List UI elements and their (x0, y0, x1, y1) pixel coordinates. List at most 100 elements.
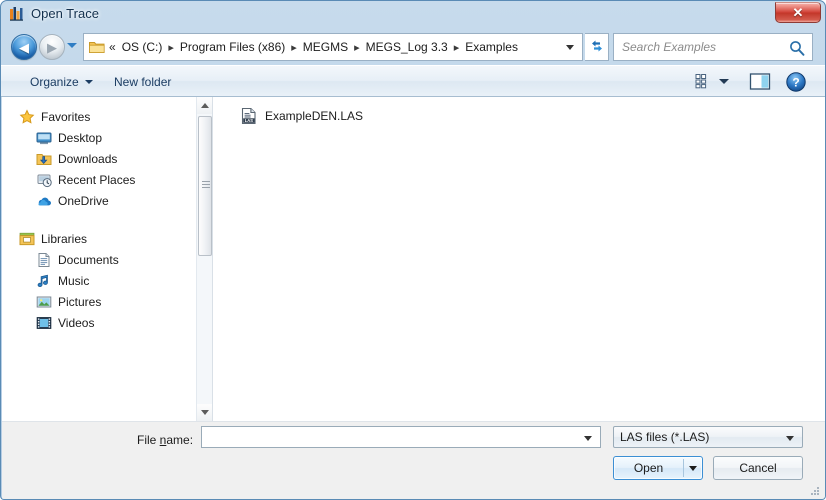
pictures-icon (36, 294, 52, 310)
breadcrumb-item-examples[interactable]: Examples (463, 38, 520, 56)
svg-text:?: ? (792, 75, 799, 89)
file-list-pane[interactable]: LAS ExampleDEN.LAS (213, 97, 825, 421)
breadcrumb-item-os-c[interactable]: OS (C:) (120, 38, 165, 56)
search-box[interactable]: Search Examples (613, 33, 813, 61)
open-file-dialog: Open Trace ✕ ◀ ▶ « OS (C:) ▸ Program Fil… (0, 0, 826, 500)
preview-pane-icon (749, 73, 771, 95)
sidebar-item-desktop[interactable]: Desktop (2, 127, 182, 148)
nav-group-favorites[interactable]: Favorites (2, 106, 182, 127)
open-split-button[interactable]: Open (613, 456, 703, 480)
sidebar-item-label: Documents (58, 252, 119, 267)
sidebar-item-label: Videos (58, 315, 95, 330)
scrollbar-grip-icon (202, 181, 210, 188)
help-icon: ? (785, 72, 807, 96)
file-name-input[interactable] (201, 426, 601, 448)
nav-group-libraries[interactable]: Libraries (2, 228, 182, 249)
folder-icon (88, 39, 106, 55)
sidebar-item-label: Pictures (58, 294, 102, 309)
navigation-tree: Favorites Desktop Downloads Recent Place… (2, 97, 182, 333)
forward-button[interactable]: ▶ (39, 34, 65, 60)
sidebar-item-label: OneDrive (58, 193, 109, 208)
sidebar-item-music[interactable]: Music (2, 270, 182, 291)
scrollbar-thumb[interactable] (198, 116, 212, 256)
open-button[interactable]: Open (614, 457, 683, 479)
documents-icon (36, 252, 52, 268)
desktop-icon (36, 130, 52, 146)
breadcrumb-item-program-files[interactable]: Program Files (x86) (178, 38, 287, 56)
file-name-label: ExampleDEN.LAS (265, 109, 364, 123)
sidebar-item-label: Downloads (58, 151, 118, 166)
search-input[interactable]: Search Examples (622, 40, 716, 54)
nav-group-label: Favorites (41, 109, 91, 124)
navigation-bar: ◀ ▶ « OS (C:) ▸ Program Files (x86) ▸ ME… (1, 29, 825, 65)
libraries-icon (19, 231, 35, 247)
las-file-icon: LAS (240, 107, 258, 125)
music-note-icon (36, 273, 52, 289)
sidebar-item-documents[interactable]: Documents (2, 249, 182, 270)
onedrive-cloud-icon (36, 193, 52, 209)
label-part: File (137, 433, 160, 447)
title-bar: Open Trace ✕ (1, 1, 825, 29)
chevron-down-icon (786, 436, 794, 441)
sidebar-item-recent-places[interactable]: Recent Places (2, 169, 182, 190)
file-name-chevron-down-icon[interactable] (584, 436, 592, 441)
label-part: ame: (166, 433, 194, 447)
chevron-down-icon (84, 80, 93, 84)
sidebar-item-videos[interactable]: Videos (2, 312, 182, 333)
address-bar[interactable]: « OS (C:) ▸ Program Files (x86) ▸ MEGMS … (83, 33, 583, 61)
breadcrumb-overflow[interactable]: « (106, 40, 120, 54)
organize-button[interactable]: Organize (21, 70, 102, 94)
file-type-value: LAS files (*.LAS) (620, 430, 710, 444)
videos-film-icon (36, 315, 52, 331)
app-chart-icon (9, 6, 25, 22)
breadcrumb-separator-icon[interactable]: ▸ (450, 41, 464, 54)
new-folder-button[interactable]: New folder (105, 70, 180, 94)
refresh-icon (589, 38, 605, 57)
sidebar-item-label: Music (58, 273, 90, 288)
breadcrumb-separator-icon[interactable]: ▸ (287, 41, 301, 54)
scroll-up-arrow-icon[interactable] (197, 97, 213, 114)
forward-arrow-icon: ▶ (47, 39, 57, 55)
scroll-down-arrow-icon[interactable] (197, 404, 213, 421)
back-arrow-icon: ◀ (19, 39, 29, 55)
window-title: Open Trace (31, 6, 99, 21)
star-icon (19, 108, 35, 125)
open-dropdown-button[interactable] (684, 457, 702, 479)
close-icon: ✕ (792, 4, 804, 20)
navigation-pane-blank-region (13, 345, 171, 397)
sidebar-item-label: Recent Places (58, 172, 136, 187)
downloads-icon (36, 151, 52, 167)
sidebar-item-pictures[interactable]: Pictures (2, 291, 182, 312)
back-button[interactable]: ◀ (11, 34, 37, 60)
breadcrumb-separator-icon[interactable]: ▸ (164, 41, 178, 54)
sidebar-item-onedrive[interactable]: OneDrive (2, 190, 182, 211)
navigation-pane-scrollbar[interactable] (196, 97, 213, 421)
recent-places-icon (36, 172, 52, 188)
help-button[interactable]: ? (785, 71, 807, 93)
dialog-body: Favorites Desktop Downloads Recent Place… (2, 97, 825, 421)
svg-text:LAS: LAS (245, 118, 253, 123)
list-item[interactable]: LAS ExampleDEN.LAS (235, 105, 368, 127)
close-button[interactable]: ✕ (775, 2, 821, 23)
breadcrumb-item-megs-log[interactable]: MEGS_Log 3.3 (364, 38, 450, 56)
file-name-field-label: File name: (137, 433, 193, 447)
view-mode-button[interactable] (691, 70, 717, 94)
recent-locations-chevron-down-icon[interactable] (67, 43, 77, 48)
organize-label: Organize (30, 75, 79, 89)
breadcrumb-separator-icon[interactable]: ▸ (350, 41, 364, 54)
search-icon (788, 39, 806, 57)
refresh-button[interactable] (585, 33, 609, 61)
chevron-down-icon (689, 465, 697, 471)
address-dropdown-chevron-down-icon[interactable] (566, 45, 574, 50)
breadcrumb-item-megms[interactable]: MEGMS (301, 38, 350, 56)
cancel-button[interactable]: Cancel (713, 456, 803, 480)
preview-pane-button[interactable] (749, 72, 771, 92)
view-mode-icon (695, 73, 713, 92)
resize-grip-icon[interactable] (809, 485, 821, 497)
navigation-pane-blank-region (13, 402, 171, 421)
file-type-select[interactable]: LAS files (*.LAS) (613, 426, 803, 448)
navigation-pane: Favorites Desktop Downloads Recent Place… (2, 97, 196, 421)
new-folder-label: New folder (114, 75, 172, 89)
sidebar-item-downloads[interactable]: Downloads (2, 148, 182, 169)
view-mode-chevron-down-icon[interactable] (719, 79, 729, 84)
